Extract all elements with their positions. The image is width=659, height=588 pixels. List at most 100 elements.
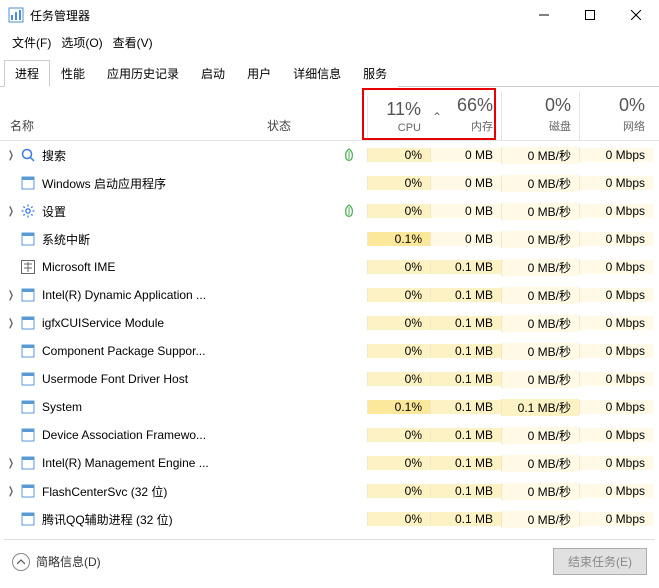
cell-name: ❯Intel(R) Management Engine ... (0, 455, 267, 471)
maximize-button[interactable] (567, 0, 613, 30)
cell-name: 系统中断 (0, 231, 267, 248)
cell-disk: 0 MB/秒 (501, 343, 579, 360)
cell-memory: 0 MB (430, 204, 501, 218)
cell-disk: 0 MB/秒 (501, 315, 579, 332)
expand-chevron-icon[interactable]: ❯ (6, 458, 16, 469)
close-button[interactable] (613, 0, 659, 30)
tab-5[interactable]: 详细信息 (282, 60, 352, 87)
cell-disk: 0 MB/秒 (501, 511, 579, 528)
menu-file[interactable]: 文件(F) (8, 32, 55, 53)
table-row[interactable]: ❯设置0%0 MB0 MB/秒0 Mbps (0, 197, 659, 225)
tab-1[interactable]: 性能 (50, 60, 96, 87)
table-row[interactable]: ❯FlashCenterSvc (32 位)0%0.1 MB0 MB/秒0 Mb… (0, 477, 659, 505)
cell-status (267, 204, 367, 218)
cell-cpu: 0.1% (367, 232, 430, 246)
cell-cpu: 0.1% (367, 400, 430, 414)
cell-memory: 0.1 MB (430, 316, 501, 330)
cell-disk: 0 MB/秒 (501, 287, 579, 304)
process-name: Windows 启动应用程序 (42, 175, 166, 192)
col-header-name[interactable]: 名称 (0, 117, 267, 140)
cell-memory: 0.1 MB (430, 372, 501, 386)
process-name: Microsoft IME (42, 260, 115, 274)
cell-name: Component Package Suppor... (0, 343, 267, 359)
expand-chevron-icon[interactable]: ❯ (6, 290, 16, 301)
cell-memory: 0.1 MB (430, 288, 501, 302)
table-row[interactable]: ❯igfxCUIService Module0%0.1 MB0 MB/秒0 Mb… (0, 309, 659, 337)
cell-disk: 0 MB/秒 (501, 427, 579, 444)
window-controls (521, 0, 659, 30)
tab-4[interactable]: 用户 (236, 60, 282, 87)
cell-memory: 0 MB (430, 148, 501, 162)
settings-icon (20, 203, 36, 219)
cell-disk: 0 MB/秒 (501, 203, 579, 220)
tab-2[interactable]: 应用历史记录 (96, 60, 190, 87)
tab-3[interactable]: 启动 (190, 60, 236, 87)
table-row[interactable]: Windows 启动应用程序0%0 MB0 MB/秒0 Mbps (0, 169, 659, 197)
menubar: 文件(F) 选项(O) 查看(V) (0, 30, 659, 55)
minimize-button[interactable] (521, 0, 567, 30)
col-header-memory[interactable]: 66% 内存 (445, 92, 501, 140)
cpu-label: CPU (398, 122, 421, 134)
cell-cpu: 0% (367, 428, 430, 442)
process-name: System (42, 400, 82, 414)
table-row[interactable]: System0.1%0.1 MB0.1 MB/秒0 Mbps (0, 393, 659, 421)
end-task-button[interactable]: 结束任务(E) (553, 548, 647, 575)
cpu-pct: 11% (386, 100, 421, 120)
cell-memory: 0.1 MB (430, 512, 501, 526)
col-header-cpu[interactable]: 11% CPU (367, 96, 429, 140)
menu-options[interactable]: 选项(O) (57, 32, 106, 53)
cell-network: 0 Mbps (579, 484, 653, 498)
tab-0[interactable]: 进程 (4, 60, 50, 87)
chevron-up-icon (12, 553, 30, 571)
search-icon (20, 147, 36, 163)
cell-name: Usermode Font Driver Host (0, 371, 267, 387)
col-header-disk[interactable]: 0% 磁盘 (501, 92, 579, 140)
menu-view[interactable]: 查看(V) (109, 32, 157, 53)
col-header-network[interactable]: 0% 网络 (579, 92, 653, 140)
table-row[interactable]: 系统中断0.1%0 MB0 MB/秒0 Mbps (0, 225, 659, 253)
ime-icon (20, 259, 36, 275)
leaf-icon (343, 204, 355, 218)
cell-network: 0 Mbps (579, 204, 653, 218)
cell-memory: 0.1 MB (430, 484, 501, 498)
table-row[interactable]: ❯Intel(R) Dynamic Application ...0%0.1 M… (0, 281, 659, 309)
cell-name: 腾讯QQ辅助进程 (32 位) (0, 511, 267, 528)
app-icon (20, 343, 36, 359)
table-row[interactable]: Usermode Font Driver Host0%0.1 MB0 MB/秒0… (0, 365, 659, 393)
cell-network: 0 Mbps (579, 260, 653, 274)
cell-network: 0 Mbps (579, 512, 653, 526)
cell-disk: 0 MB/秒 (501, 455, 579, 472)
process-name: Intel(R) Dynamic Application ... (42, 288, 206, 302)
fewer-details-button[interactable]: 简略信息(D) (12, 553, 101, 571)
tab-6[interactable]: 服务 (352, 60, 398, 87)
cell-disk: 0 MB/秒 (501, 259, 579, 276)
expand-chevron-icon[interactable]: ❯ (6, 318, 16, 329)
process-name: Usermode Font Driver Host (42, 372, 188, 386)
table-row[interactable]: Device Association Framewo...0%0.1 MB0 M… (0, 421, 659, 449)
table-row[interactable]: Component Package Suppor...0%0.1 MB0 MB/… (0, 337, 659, 365)
cell-name: Device Association Framewo... (0, 427, 267, 443)
expand-chevron-icon[interactable]: ❯ (6, 206, 16, 217)
cell-cpu: 0% (367, 316, 430, 330)
table-row[interactable]: ❯Intel(R) Management Engine ...0%0.1 MB0… (0, 449, 659, 477)
expand-chevron-icon[interactable]: ❯ (6, 486, 16, 497)
leaf-icon (343, 148, 355, 162)
cell-memory: 0 MB (430, 232, 501, 246)
cell-network: 0 Mbps (579, 316, 653, 330)
cell-name: ❯FlashCenterSvc (32 位) (0, 483, 267, 500)
app-icon (20, 427, 36, 443)
table-row[interactable]: Microsoft IME0%0.1 MB0 MB/秒0 Mbps (0, 253, 659, 281)
disk-pct: 0% (545, 96, 571, 116)
app-icon (20, 511, 36, 527)
cell-memory: 0.1 MB (430, 400, 501, 414)
expand-chevron-icon[interactable]: ❯ (6, 150, 16, 161)
table-header: 名称 状态 11% CPU ⌃ 66% 内存 0% 磁盘 0% 网络 (0, 87, 659, 141)
app-icon (20, 371, 36, 387)
process-list[interactable]: ❯搜索0%0 MB0 MB/秒0 MbpsWindows 启动应用程序0%0 M… (0, 141, 659, 533)
table-row[interactable]: ❯搜索0%0 MB0 MB/秒0 Mbps (0, 141, 659, 169)
col-header-status[interactable]: 状态 (267, 117, 367, 140)
table-row[interactable]: 腾讯QQ辅助进程 (32 位) 0%0.1 MB0 MB/秒0 Mbps (0, 505, 659, 533)
cell-cpu: 0% (367, 512, 430, 526)
app-icon (20, 231, 36, 247)
app-icon (20, 175, 36, 191)
